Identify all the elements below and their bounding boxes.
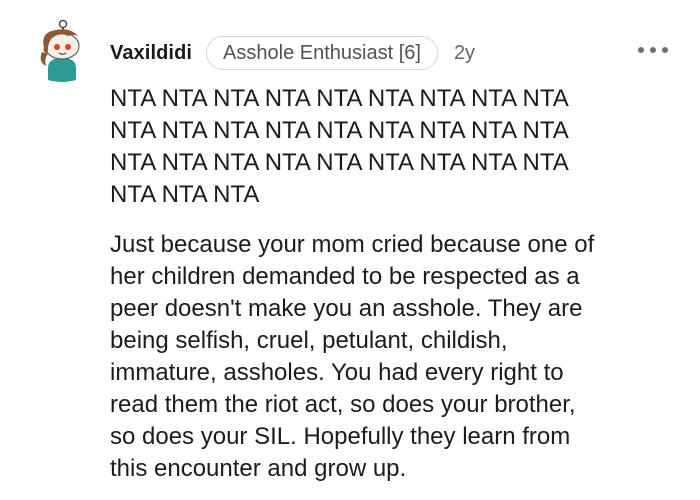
comment-paragraph: Just because your mom cried because one …: [110, 231, 595, 482]
user-avatar[interactable]: [34, 18, 90, 84]
comment-age: 2y: [453, 41, 476, 64]
more-options-button[interactable]: [638, 42, 668, 58]
horizontal-ellipsis-icon: [662, 47, 668, 53]
snoo-avatar-icon: [40, 19, 80, 82]
author-username[interactable]: Vaxildidi: [110, 42, 192, 65]
horizontal-ellipsis-icon: [650, 47, 656, 53]
comment-body: NTA NTA NTA NTA NTA NTA NTA NTA NTA NTA …: [110, 83, 690, 485]
horizontal-ellipsis-icon: [638, 47, 644, 53]
user-flair: Asshole Enthusiast [6]: [206, 36, 438, 70]
comment: Vaxildidi Asshole Enthusiast [6] 2y NTA …: [0, 0, 700, 500]
comment-header: Vaxildidi Asshole Enthusiast [6] 2y: [110, 33, 475, 73]
comment-paragraph: NTA NTA NTA NTA NTA NTA NTA NTA NTA NTA …: [110, 85, 569, 208]
